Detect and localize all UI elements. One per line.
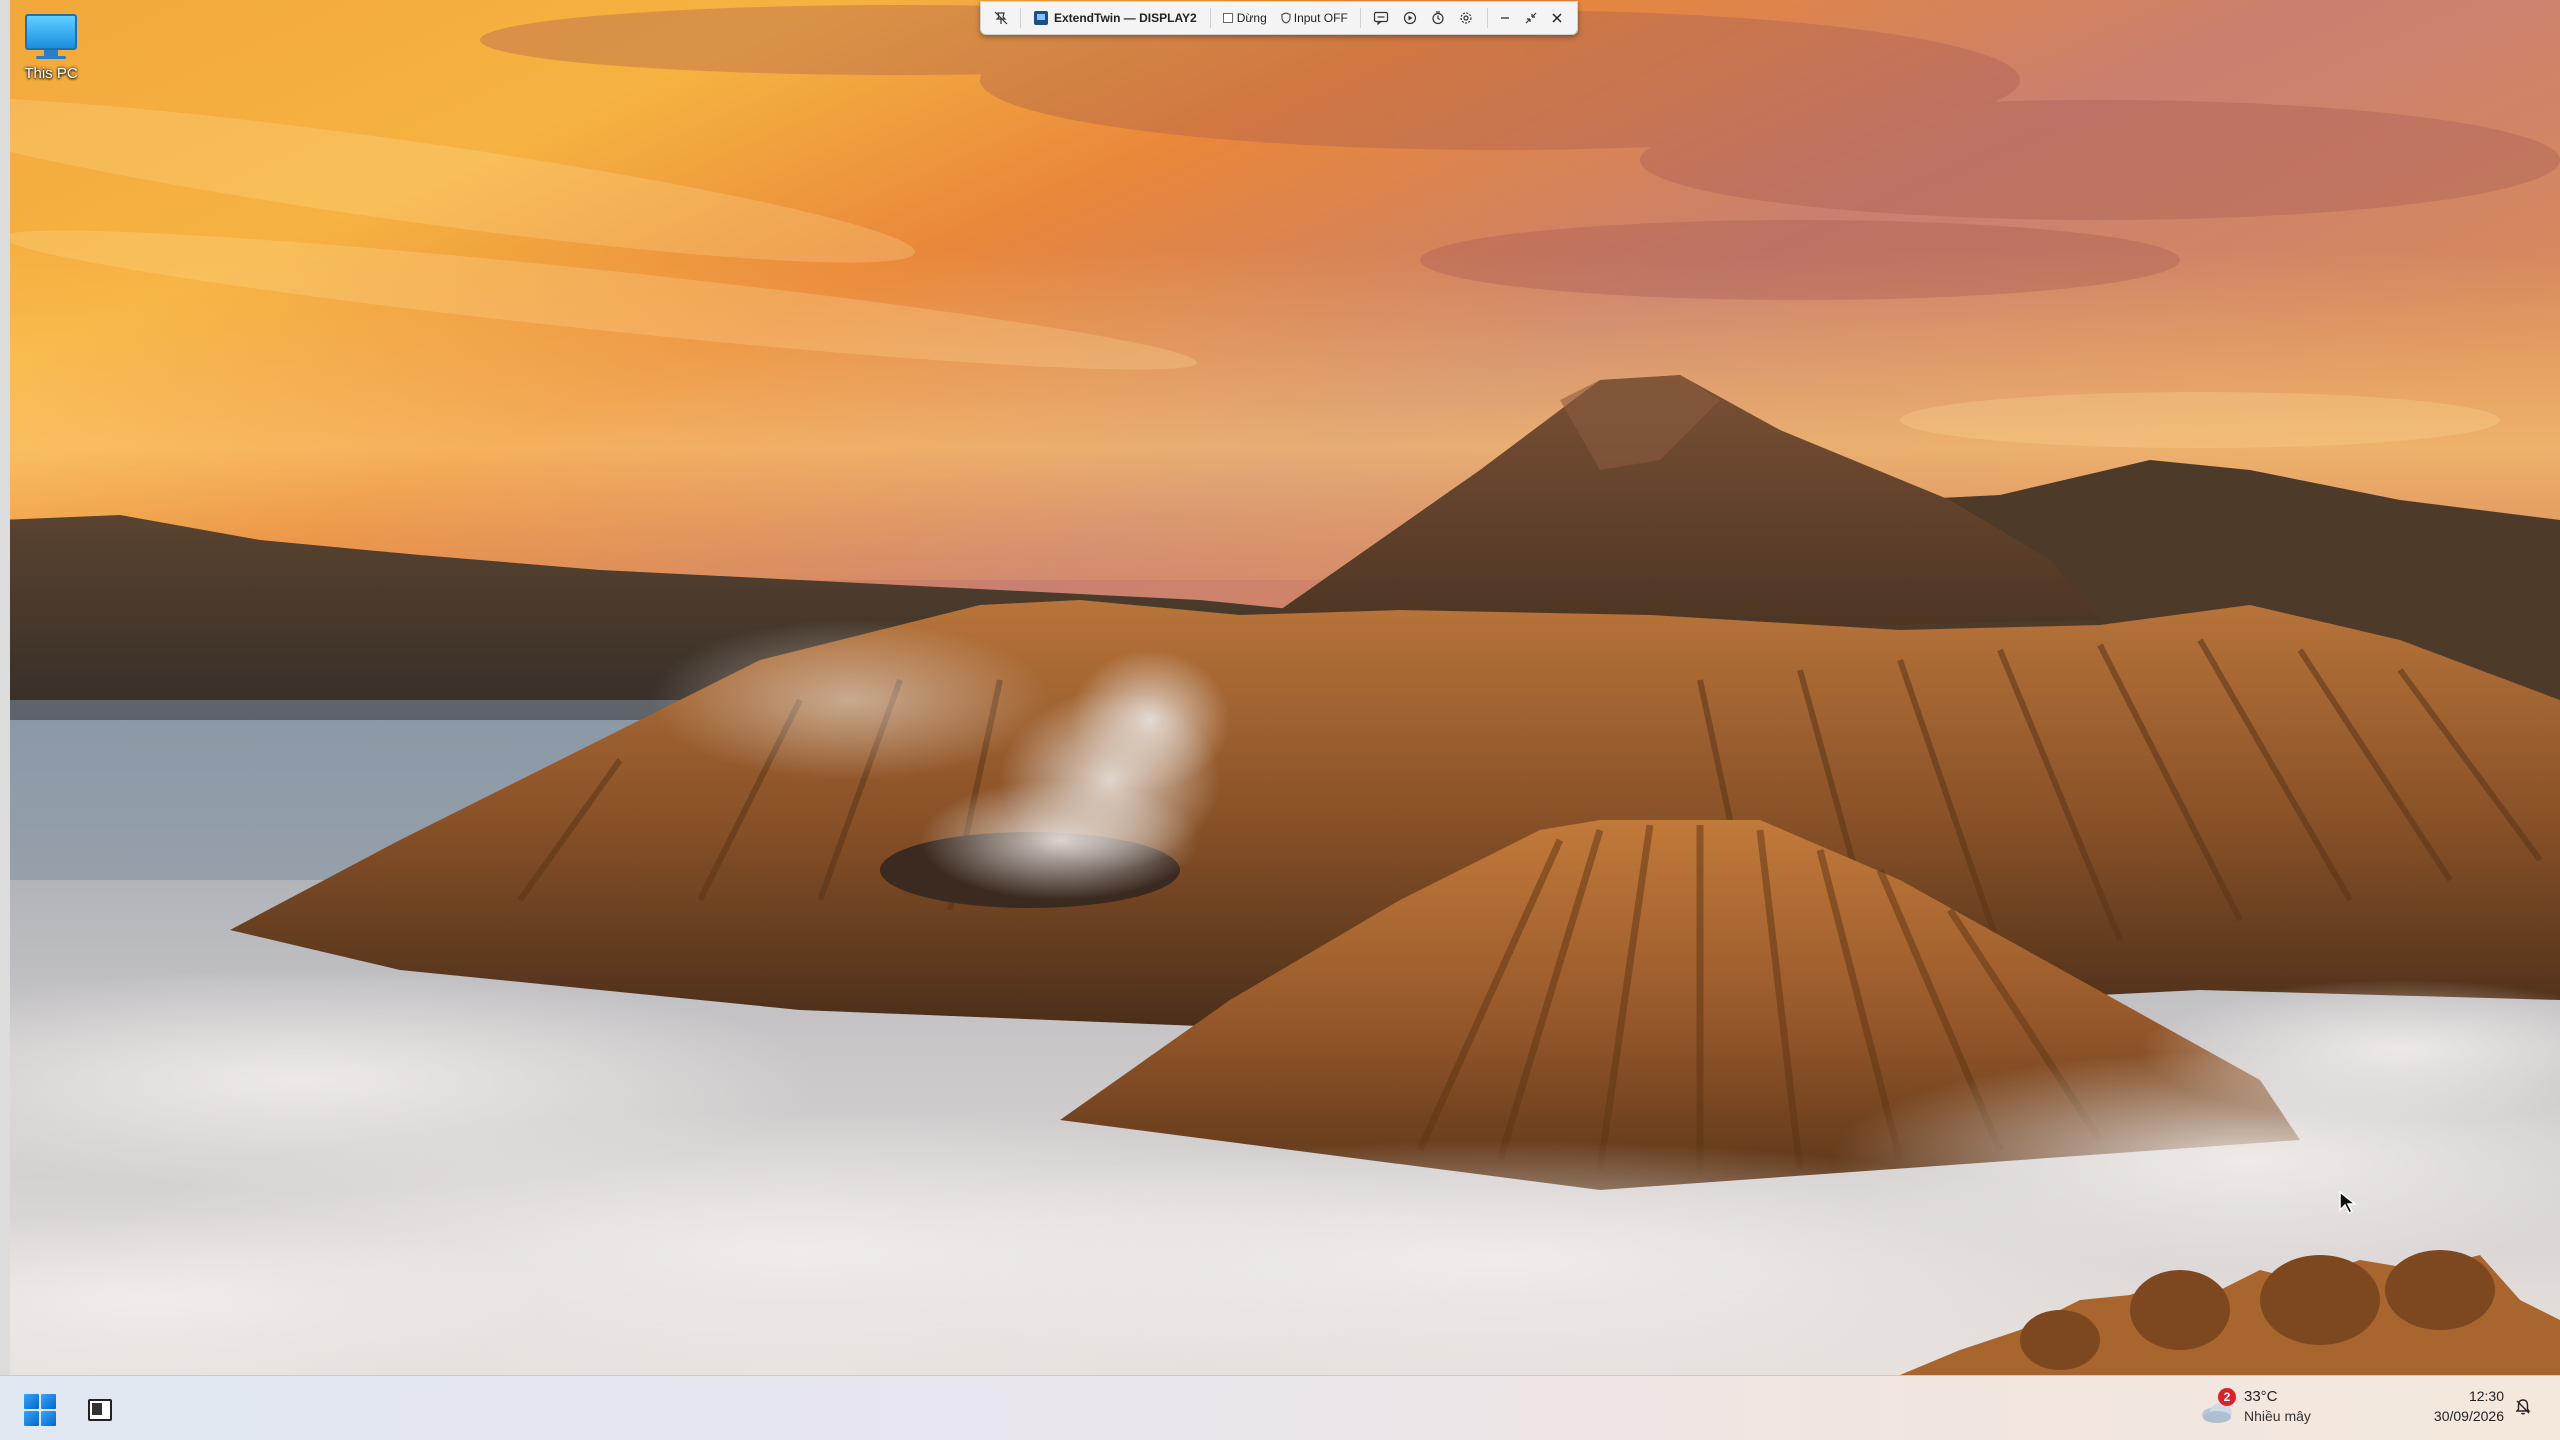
timer-button[interactable] (1426, 6, 1450, 30)
chat-icon (1373, 11, 1388, 25)
desktop-icon-this-pc[interactable]: This PC (14, 14, 88, 82)
desktop-icon-label: This PC (24, 65, 78, 82)
gear-icon (1460, 12, 1472, 24)
clock-date: 30/09/2026 (2433, 1408, 2504, 1424)
extendtwin-logo-icon (1034, 11, 1048, 25)
system-clock[interactable]: 12:30 30/09/2026 (2400, 1386, 2504, 1426)
toolbar-divider (1209, 8, 1211, 28)
toolbar-divider (1487, 8, 1488, 28)
stop-label: Dừng (1236, 11, 1267, 25)
weather-badge: 2 (2218, 1388, 2236, 1406)
weather-condition: Nhiều mây (2244, 1408, 2311, 1424)
monitor-icon (14, 14, 88, 59)
shield-icon (1281, 12, 1291, 24)
close-icon (1552, 13, 1562, 23)
start-button[interactable] (24, 1394, 56, 1426)
record-button[interactable] (1398, 6, 1422, 30)
chat-button[interactable] (1368, 6, 1394, 30)
collapse-icon (1525, 12, 1537, 24)
app-window-icon (88, 1399, 112, 1421)
window-controls (1484, 6, 1569, 30)
collapse-button[interactable] (1519, 6, 1543, 30)
taskbar: 2 33°C Nhiều mây 12:30 30/09/2026 (0, 1375, 2560, 1440)
mouse-cursor-icon (2339, 1190, 2358, 1215)
input-toggle-button[interactable]: Input OFF (1276, 6, 1353, 30)
clock-time: 12:30 (2468, 1388, 2504, 1404)
minimize-button[interactable] (1493, 6, 1517, 30)
window-title: ExtendTwin — DISPLAY2 (1028, 11, 1203, 25)
minimize-icon (1501, 17, 1509, 19)
record-icon (1403, 11, 1416, 25)
toolbar-divider (1359, 8, 1361, 28)
notification-bell-icon (2515, 1399, 2531, 1415)
pin-off-icon[interactable] (989, 6, 1013, 30)
desktop-wallpaper (0, 0, 2560, 1375)
window-title-text: ExtendTwin — DISPLAY2 (1054, 11, 1197, 25)
notification-button[interactable] (2510, 1394, 2536, 1420)
settings-button[interactable] (1454, 6, 1478, 30)
screen-left-edge (0, 0, 10, 1375)
weather-temperature: 33°C (2244, 1388, 2278, 1405)
weather-widget[interactable]: 2 33°C Nhiều mây (2198, 1386, 2338, 1430)
remote-display-toolbar: ExtendTwin — DISPLAY2 Dừng Input OFF (980, 1, 1578, 35)
stop-button[interactable]: Dừng (1218, 6, 1272, 30)
timer-icon (1432, 11, 1444, 25)
taskbar-app-button[interactable] (82, 1392, 118, 1428)
toolbar-divider (1020, 8, 1021, 28)
windows-logo-icon (24, 1394, 39, 1409)
checkbox-icon (1222, 13, 1233, 23)
close-button[interactable] (1545, 6, 1569, 30)
input-label: Input OFF (1293, 11, 1348, 25)
